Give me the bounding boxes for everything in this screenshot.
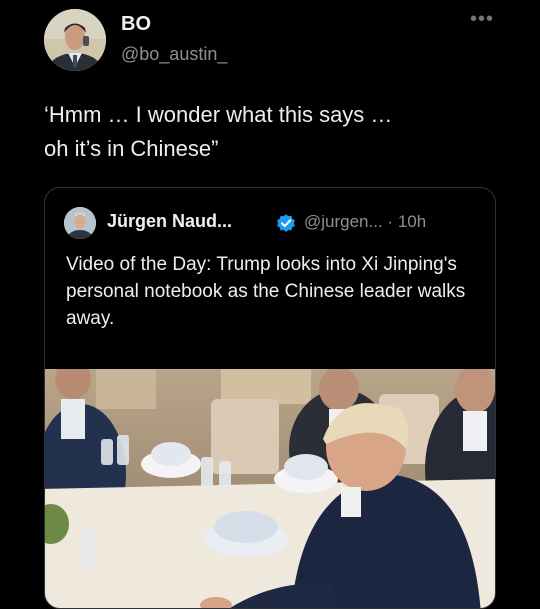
separator-dot: · <box>387 212 394 231</box>
quoted-tweet-text: Video of the Day: Trump looks into Xi Ji… <box>66 254 466 329</box>
author-handle[interactable]: @bo_austin_ <box>121 44 227 65</box>
more-options-icon[interactable]: ••• <box>470 8 494 31</box>
quoted-tweet[interactable]: Jürgen Naud... @jurgen... · 10h Video of… <box>44 187 496 609</box>
author-avatar[interactable] <box>44 9 106 71</box>
quoted-handle-time: @jurgen... · 10h <box>304 212 426 232</box>
tweet-text: ‘Hmm … I wonder what this says … oh it’s… <box>44 98 504 166</box>
quoted-timestamp[interactable]: 10h <box>398 212 426 231</box>
tweet-text-line: ‘Hmm … I wonder what this says … <box>44 102 393 127</box>
quoted-media-video[interactable] <box>45 369 495 608</box>
quoted-author-handle[interactable]: @jurgen... <box>304 212 383 231</box>
quoted-author-avatar[interactable] <box>64 207 96 239</box>
quoted-author-name[interactable]: Jürgen Naud... <box>107 211 232 232</box>
verified-badge-icon <box>277 214 295 232</box>
author-name[interactable]: BO <box>121 13 151 36</box>
tweet-text-line: oh it’s in Chinese” <box>44 136 219 161</box>
